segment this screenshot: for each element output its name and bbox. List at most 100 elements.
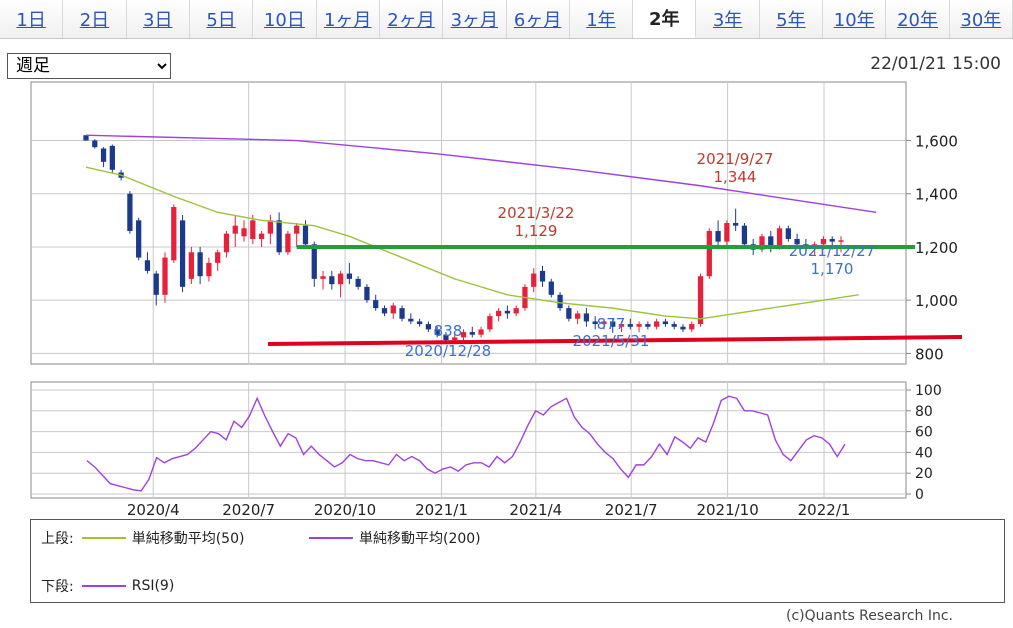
candle-body <box>469 332 475 335</box>
credit: (c)Quants Research Inc. <box>785 608 953 624</box>
x-tick-label: 2020/10 <box>314 501 376 518</box>
candle-body <box>785 228 791 239</box>
candle-body <box>337 273 344 285</box>
tab-10[interactable]: 2年 <box>633 0 697 38</box>
tab-14[interactable]: 20年 <box>886 0 950 38</box>
candle-body <box>548 281 554 295</box>
tab-8[interactable]: 6ヶ月 <box>506 0 570 38</box>
tab-13[interactable]: 10年 <box>823 0 887 38</box>
rsi-y-label: 0 <box>915 487 924 503</box>
rsi-swatch <box>81 585 126 587</box>
legend-upper: 上段: 単純移動平均(50) <box>41 528 244 548</box>
candle-body <box>83 135 89 141</box>
candle-body <box>329 276 335 285</box>
tab-9[interactable]: 1年 <box>569 0 634 38</box>
candle-body <box>706 230 712 277</box>
candle-body <box>776 228 783 247</box>
legend-upper-2: 単純移動平均(200) <box>301 528 481 548</box>
annotation-date: 2021/5/31 <box>573 332 650 350</box>
legend-box: 上段: 単純移動平均(50) 単純移動平均(200) 下段: RSI(9) <box>30 519 1005 603</box>
candle-body <box>733 223 739 226</box>
tab-11[interactable]: 3年 <box>696 0 760 38</box>
candle-body <box>531 273 537 287</box>
candle-body <box>197 252 203 277</box>
candle-body <box>504 310 511 314</box>
tab-1[interactable]: 2日 <box>63 0 127 38</box>
x-tick-label: 2020/7 <box>222 501 275 518</box>
candle-body <box>495 310 502 317</box>
candle-body <box>206 262 212 277</box>
legend-upper-label: 上段: <box>41 531 74 547</box>
tab-7[interactable]: 3ヶ月 <box>443 0 507 38</box>
rsi-y-label: 100 <box>915 383 942 399</box>
main-y-label: 1,200 <box>915 239 958 257</box>
candle-body <box>171 207 177 261</box>
candle-body <box>689 324 695 330</box>
legend-rsi: RSI(9) <box>131 578 175 594</box>
annotation-value: 1,170 <box>811 260 854 278</box>
annotation-value: 1,344 <box>714 168 757 186</box>
candle-body <box>416 321 423 325</box>
rsi-y-label: 40 <box>915 445 933 461</box>
candle-body <box>100 148 107 162</box>
candle-body <box>741 225 748 245</box>
candle-body <box>715 230 721 242</box>
candle-body <box>364 286 370 301</box>
rsi-y-label: 20 <box>915 466 933 482</box>
tab-4[interactable]: 10日 <box>253 0 317 38</box>
legend-lower: 下段: RSI(9) <box>41 576 174 596</box>
candle-body <box>557 294 563 309</box>
candle-body <box>627 324 633 327</box>
period-select[interactable]: 週足 <box>7 53 171 79</box>
tab-0[interactable]: 1日 <box>0 0 64 38</box>
timestamp: 22/01/21 15:00 <box>870 54 1001 74</box>
x-tick-label: 2020/4 <box>127 501 180 518</box>
sma200-swatch <box>309 537 353 539</box>
candle-body <box>355 278 361 287</box>
candle-body <box>381 308 388 314</box>
legend-sma50: 単純移動平均(50) <box>131 531 245 547</box>
tab-2[interactable]: 3日 <box>126 0 190 38</box>
candle-body <box>390 305 396 314</box>
candle-body <box>320 276 326 279</box>
x-tick-label: 2021/1 <box>415 501 468 518</box>
legend-sma200: 単純移動平均(200) <box>359 531 481 547</box>
tab-6[interactable]: 2ヶ月 <box>379 0 444 38</box>
period-tabs: 1日 2日 3日 5日 10日 1ヶ月 2ヶ月 3ヶ月 6ヶ月 1年 2年 3年 5年 10年 20年 30年 <box>0 0 1013 39</box>
candle-body <box>153 273 159 295</box>
candle-body <box>662 321 669 325</box>
tab-5[interactable]: 1ヶ月 <box>316 0 380 38</box>
candle-body <box>232 225 238 234</box>
rsi-y-label: 60 <box>915 425 933 441</box>
main-y-label: 1,000 <box>915 292 958 310</box>
main-panel-frame <box>30 81 907 365</box>
candle-body <box>425 324 432 330</box>
annotation-date: 2021/9/27 <box>697 150 774 168</box>
x-tick-label: 2021/7 <box>605 501 658 518</box>
rsi-y-label: 80 <box>915 404 933 420</box>
candle-body <box>583 313 590 322</box>
candle-body <box>162 257 168 295</box>
tab-15[interactable]: 30年 <box>949 0 1013 38</box>
candle-body <box>258 233 265 239</box>
candle-body <box>566 308 572 319</box>
candle-body <box>478 329 484 335</box>
candle-body <box>513 308 519 314</box>
candle-body <box>144 260 151 271</box>
candle-body <box>724 223 730 242</box>
tab-12[interactable]: 5年 <box>759 0 824 38</box>
candle-body <box>276 220 282 253</box>
candle-body <box>188 252 194 279</box>
main-y-label: 800 <box>915 345 944 363</box>
candle-body <box>311 244 317 279</box>
candle-body <box>285 233 291 253</box>
candle-body <box>179 220 186 287</box>
candle-body <box>671 324 677 327</box>
tab-3[interactable]: 5日 <box>189 0 254 38</box>
x-tick-label: 2021/4 <box>509 501 562 518</box>
candle-body <box>539 270 546 282</box>
candle-body <box>697 276 704 325</box>
candle-body <box>294 225 300 234</box>
candle-body <box>408 318 414 322</box>
annotation-date: 2021/3/22 <box>498 204 575 222</box>
